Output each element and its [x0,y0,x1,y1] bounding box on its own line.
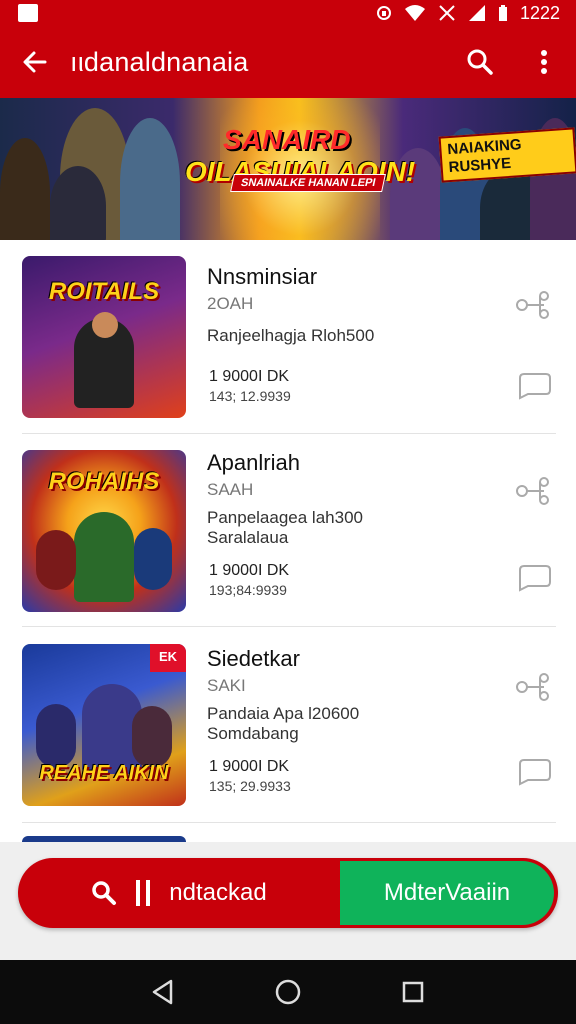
share-icon[interactable] [514,476,552,506]
triangle-back-icon [152,979,172,1005]
more-vert-icon [541,50,547,74]
app-description: Panpelaagea lah300 [207,508,363,527]
thumbnail-label: ROHAIHS [48,468,160,495]
thumbnail-label: REAHE AIKIN [39,762,169,784]
comment-icon[interactable] [516,372,552,400]
status-time: 1222 [519,2,560,23]
bottom-action-bar: ndtackad MdterVaaiin [18,858,558,928]
back-button[interactable] [0,26,70,98]
page-title: ıιdanaldnanaia [70,46,249,77]
vpn-icon [376,6,391,20]
app-downloads: 1 9000I DK [209,758,290,775]
system-nav-bar [0,960,576,1024]
app-name: Nnsminsiar [207,264,318,289]
wifi-icon [404,5,425,21]
app-description: Pandaia Apa l20600 [207,704,360,723]
search-filter-label: ndtackad [169,879,267,906]
arrow-back-icon [23,51,47,73]
nav-home-button[interactable] [268,972,308,1012]
app-date: 143; 12.9939 [209,388,291,404]
circle-home-icon [275,979,301,1005]
promo-banner[interactable]: SANAIRD OILASUIALAOIN! SNAINALKE HANAN L… [0,98,576,240]
app-meta: SAKI [207,676,246,695]
banner-title-line1: SANAIRD [223,124,351,155]
banner-tag: SNAINALKE HANAN LEPI [230,174,387,192]
app-bar: ıιdanaldnanaia [0,26,576,98]
divider [22,822,556,823]
search-icon [467,49,493,75]
app-description: Ranjeelhagja Rloh500 [207,326,375,345]
app-thumbnail: ROITAILS [22,256,186,418]
share-icon[interactable] [514,290,552,320]
app-thumbnail: ROHAIHS [22,450,186,612]
divider [22,626,556,627]
notification-icon [18,4,38,22]
comment-icon[interactable] [516,758,552,786]
app-description-extra: Somdabang [207,724,299,743]
search-button[interactable] [448,26,512,98]
banner-badge: NAIAKING RUSHYE [438,127,576,183]
nav-back-button[interactable] [143,972,183,1012]
primary-action-button[interactable]: MdterVaaiin [340,861,554,925]
overflow-menu-button[interactable] [512,26,576,98]
comment-icon[interactable] [516,564,552,592]
app-description-extra: Saralalaua [207,528,289,547]
app-meta: SAAH [207,480,254,499]
app-downloads: 1 9000I DK [209,562,290,579]
nav-recents-button[interactable] [393,972,433,1012]
signal-icon [468,5,485,21]
search-filter-button[interactable]: ndtackad [18,858,340,928]
search-icon [92,881,117,905]
square-recents-icon [403,981,424,1003]
app-downloads: 1 9000I DK [209,368,290,385]
no-signal-icon [439,5,455,21]
status-bar: 1222 [0,0,576,26]
app-date: 135; 29.9933 [209,778,291,794]
list-item[interactable]: ROHAIHS Apanlriah SAAH Panpelaagea lah30… [0,434,576,628]
primary-action-label: MdterVaaiin [383,879,511,906]
app-meta: 2OAH [207,294,254,313]
list-item[interactable]: ROITAILS Nnsminsiar 2OAH Ranjeelhagja Rl… [0,240,576,434]
app-name: Apanlriah [207,450,300,475]
thumbnail-label: ROITAILS [48,278,160,305]
app-name: Siedetkar [207,646,300,671]
share-icon[interactable] [514,672,552,702]
app-thumbnail: EK REAHE AIKIN [22,644,186,806]
battery-icon [498,5,507,21]
app-date: 193;84:9939 [209,582,287,598]
list-item[interactable]: EK REAHE AIKIN Siedetkar SAKI Pandaia Ap… [0,628,576,822]
pause-icon [136,880,151,906]
